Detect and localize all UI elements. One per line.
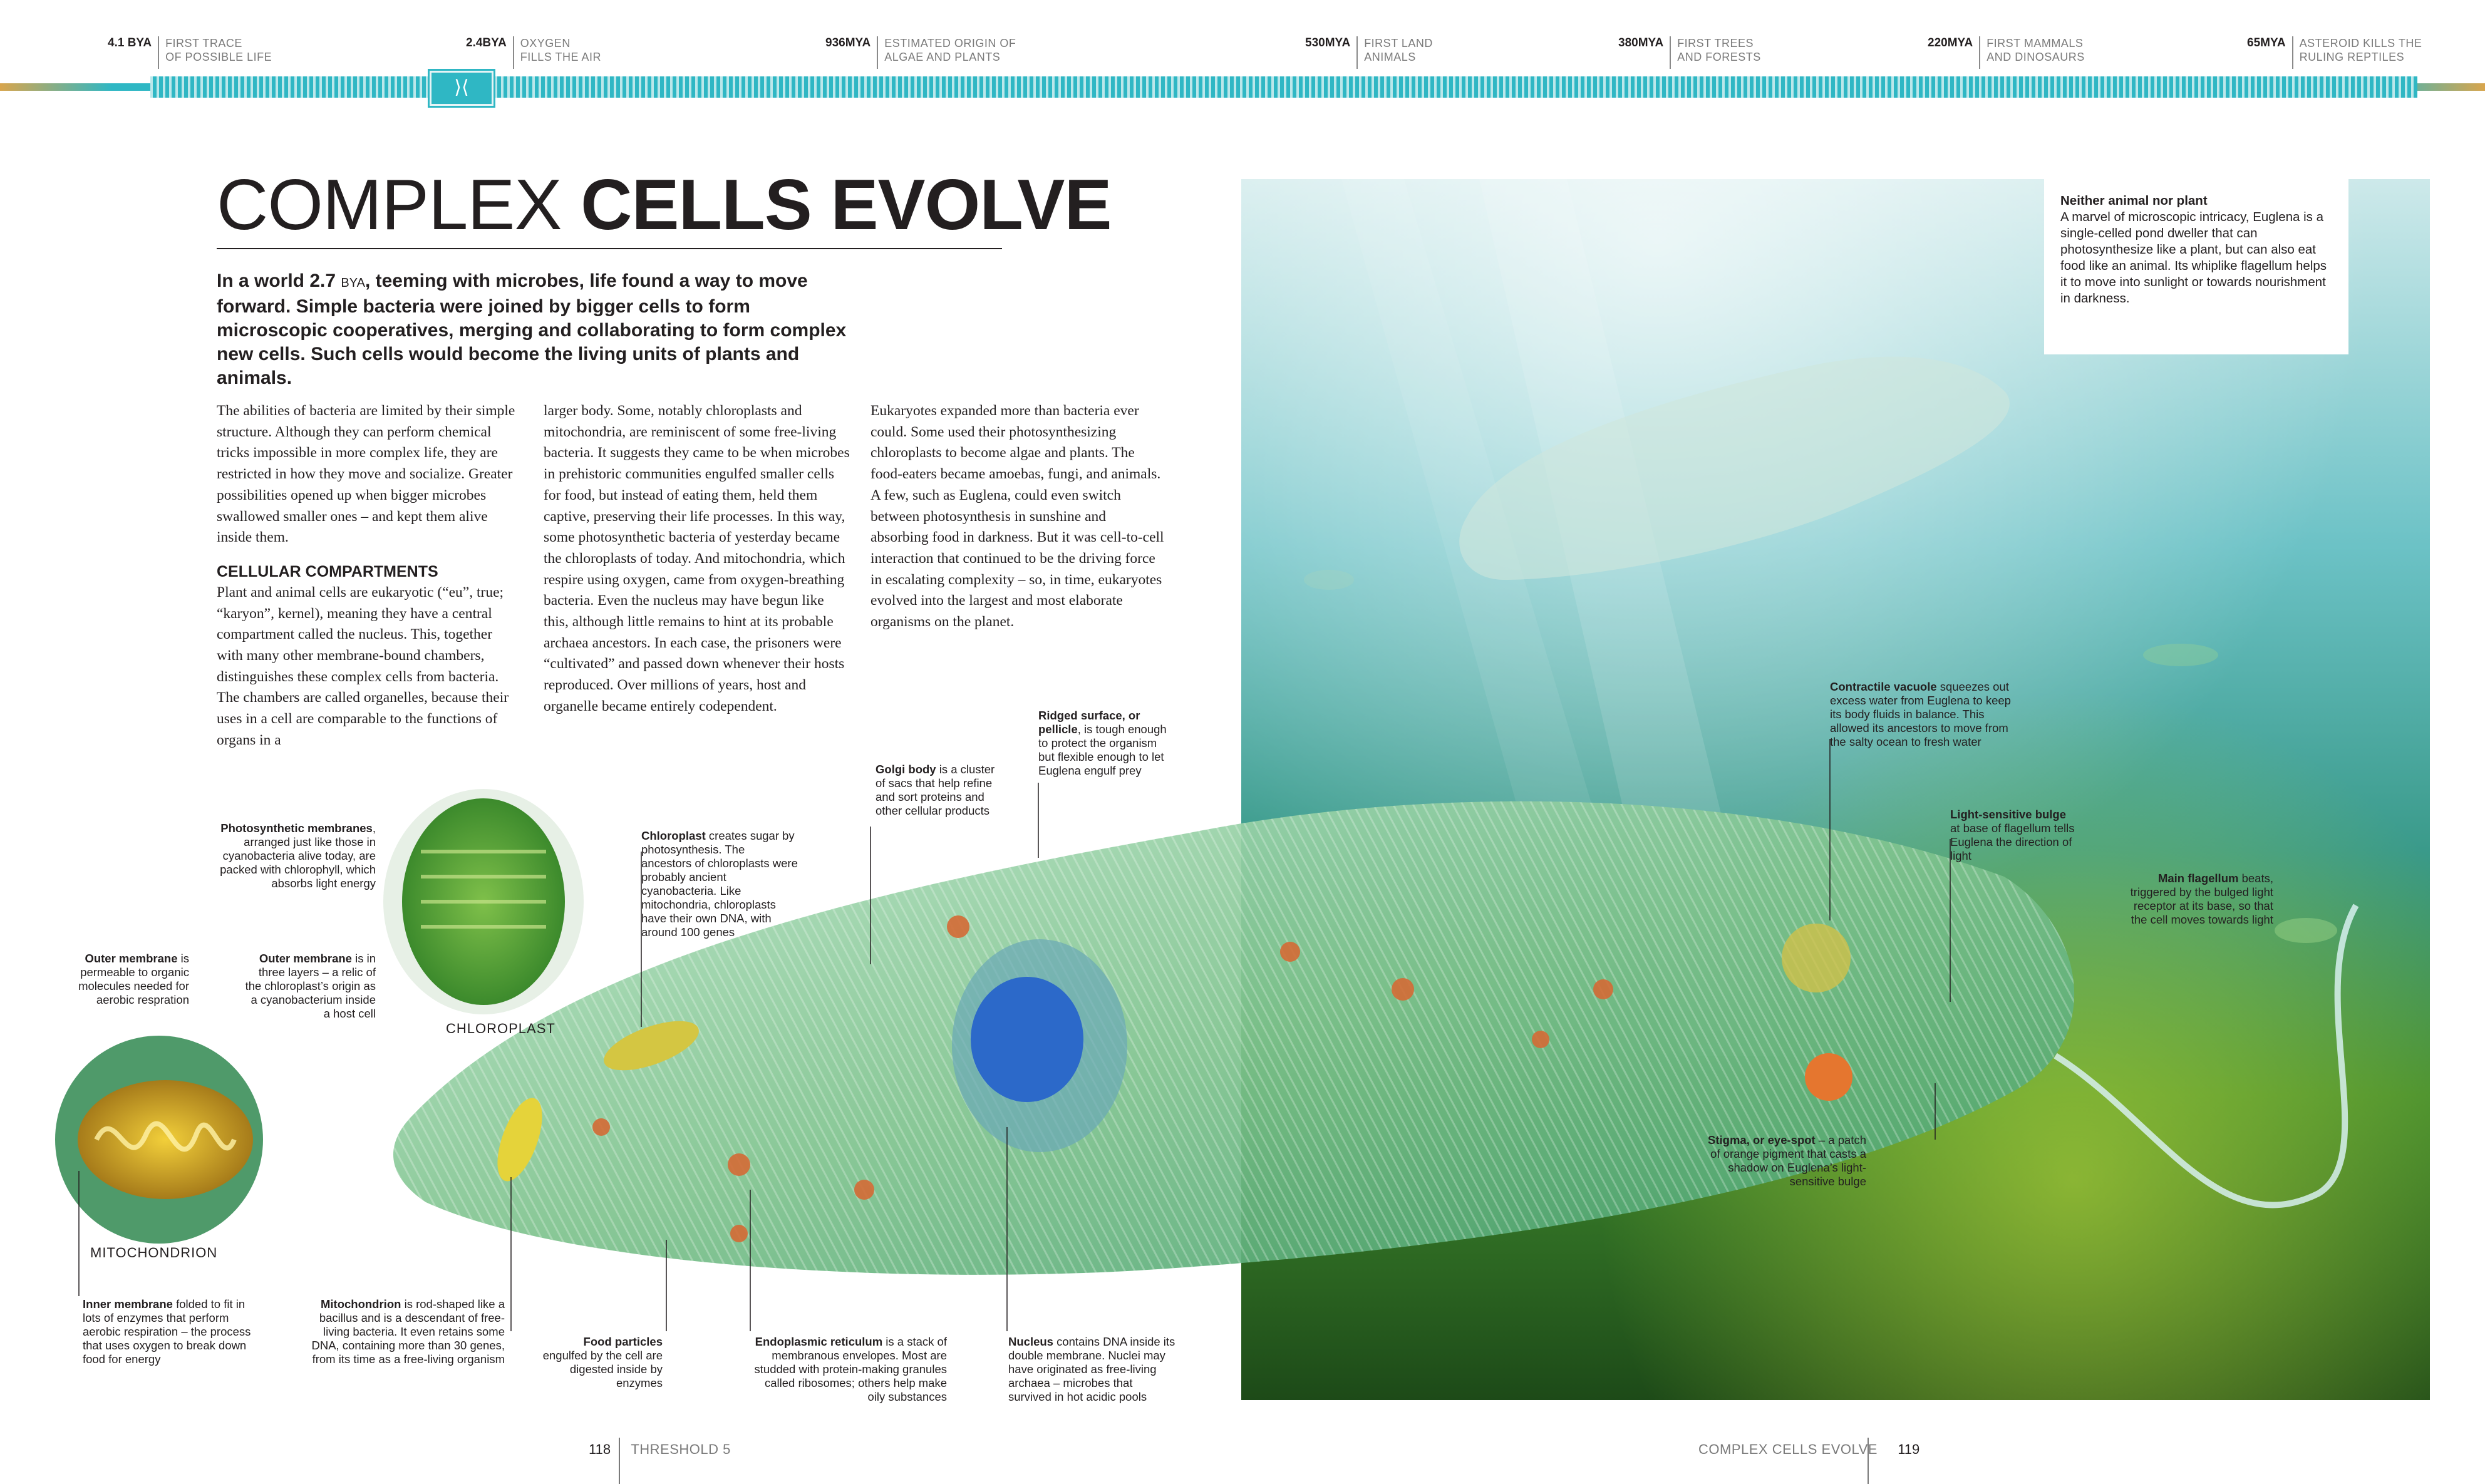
callout-leader-lines bbox=[78, 739, 1951, 1331]
page-number-right: 119 bbox=[1898, 1441, 1920, 1457]
footer-rule-right bbox=[1868, 1438, 1869, 1484]
footer-right: COMPLEX CELLS EVOLVE 119 bbox=[1698, 1441, 1919, 1458]
section-name-right: COMPLEX CELLS EVOLVE bbox=[1698, 1441, 1878, 1457]
footer-rule-left bbox=[619, 1438, 620, 1484]
section-name-left: THRESHOLD 5 bbox=[631, 1441, 731, 1457]
footer-left: 118 THRESHOLD 5 bbox=[589, 1441, 731, 1458]
page-number-left: 118 bbox=[589, 1441, 611, 1457]
